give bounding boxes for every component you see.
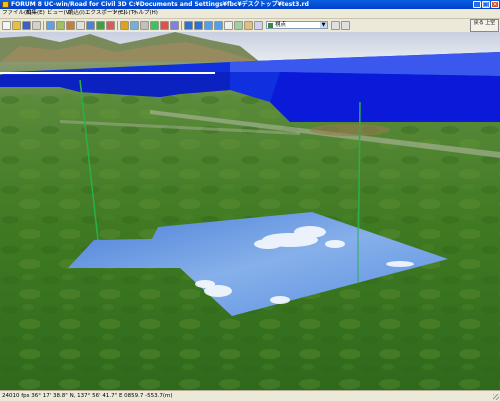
chevron-down-icon[interactable]: ▼ [320,22,327,28]
intersection-icon[interactable] [86,21,95,30]
viewpoint-icon [268,23,273,28]
return-sky-button[interactable]: 戻る 上空 [470,19,499,32]
play-icon[interactable] [150,21,159,30]
toolbar-separator [181,21,182,30]
terrain-icon[interactable] [56,21,65,30]
scene-canvas [0,32,500,390]
walk-icon[interactable] [254,21,263,30]
menu-help[interactable]: ヘルプ(H) [132,9,159,18]
viewpoint-select[interactable]: 視点 ▼ [266,21,328,29]
sky-icon[interactable] [130,21,139,30]
camera-icon[interactable] [120,21,129,30]
menu-bar: ファイル(F) 編集(E) ビュー(V) 読込(I) エクスポート(E) ツール… [0,9,500,19]
title-bar: FORUM 8 UC-win/Road for Civil 3D C:¥Docu… [0,0,500,9]
plan-view-icon[interactable] [76,21,85,30]
add-viewpoint-icon[interactable] [331,21,340,30]
fly-icon[interactable] [234,21,243,30]
toolbar-separator [43,21,44,30]
viewpoint-select-value: 視点 [275,22,287,28]
drive-icon[interactable] [244,21,253,30]
print-icon[interactable] [32,21,41,30]
menu-edit[interactable]: 編集(E) [25,9,46,18]
zoom-in-icon[interactable] [184,21,193,30]
zoom-out-icon[interactable] [194,21,203,30]
move-icon[interactable] [204,21,213,30]
toolbar-separator [117,21,118,30]
rotate-icon[interactable] [214,21,223,30]
resize-grip-icon[interactable] [493,394,499,400]
model-icon[interactable] [106,21,115,30]
record-icon[interactable] [160,21,169,30]
open-folder-icon[interactable] [12,21,21,30]
3d-viewport[interactable] [0,32,500,390]
save-icon[interactable] [22,21,31,30]
field-patch [310,124,390,136]
close-button[interactable]: × [491,1,499,8]
status-bar: 24010 fps 36° 17' 38.8" N, 137° 56' 41.7… [0,390,500,401]
road-icon[interactable] [46,21,55,30]
light-icon[interactable] [140,21,149,30]
new-file-icon[interactable] [2,21,11,30]
app-icon [2,1,9,8]
minimize-button[interactable]: _ [473,1,481,8]
pan-icon[interactable] [224,21,233,30]
tree-icon[interactable] [96,21,105,30]
cross-section-icon[interactable] [66,21,75,30]
scenario-icon[interactable] [170,21,179,30]
delete-viewpoint-icon[interactable] [341,21,350,30]
tunnel-wall-right [270,72,500,122]
window-title: FORUM 8 UC-win/Road for Civil 3D C:¥Docu… [11,1,309,8]
toolbar: 視点 ▼ [0,19,500,33]
tunnel-edge-line [0,72,215,74]
maximize-button[interactable]: □ [482,1,490,8]
